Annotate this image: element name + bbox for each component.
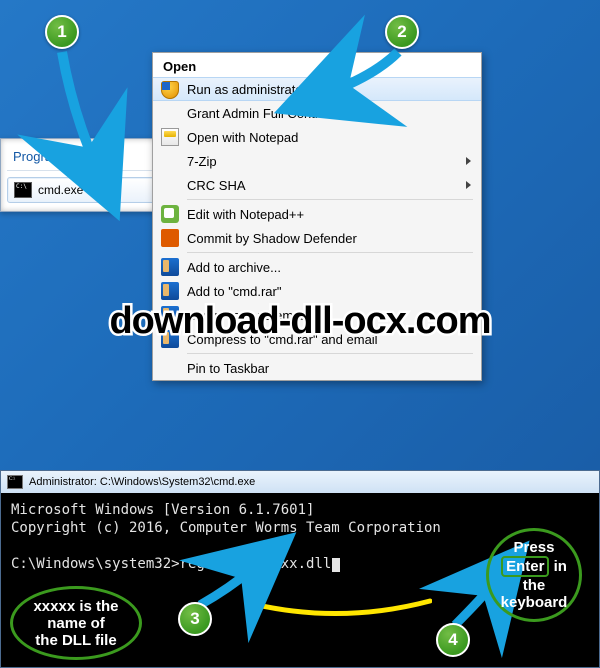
program-result-label: cmd.exe: [38, 183, 83, 197]
rarbook-icon: [161, 282, 179, 300]
step-badge-2: 2: [385, 15, 419, 49]
context-menu-item-label: Run as administrator: [187, 82, 307, 97]
context-menu-item[interactable]: Commit by Shadow Defender: [153, 226, 481, 250]
context-menu-item[interactable]: Open with Notepad: [153, 125, 481, 149]
context-menu-item[interactable]: Run as administrator: [153, 77, 481, 101]
context-menu-header[interactable]: Open: [153, 53, 481, 78]
context-menu-separator: [187, 199, 473, 200]
cmd-icon: [14, 182, 32, 198]
cmd-line1: Microsoft Windows [Version 6.1.7601]: [11, 502, 314, 518]
context-menu-item-label: Edit with Notepad++: [187, 207, 304, 222]
step-badge-1: 1: [45, 15, 79, 49]
sd-icon: [161, 229, 179, 247]
cmd-line2: Copyright (c) 2016, Computer Worms Team …: [11, 520, 441, 536]
annotation-dll-line1: xxxxx is the: [33, 598, 118, 615]
context-menu-item[interactable]: Grant Admin Full Control: [153, 101, 481, 125]
annotation-dll-name: xxxxx is the name of the DLL file: [10, 586, 142, 660]
annotation-enter-line4: keyboard: [501, 594, 568, 611]
annotation-press-enter: Press Enter in the keyboard: [486, 528, 582, 622]
annotation-dll-line2: name of: [33, 615, 118, 632]
context-menu-item-label: Open with Notepad: [187, 130, 298, 145]
annotation-enter-line3: the: [501, 577, 568, 594]
desktop-background: Programs (1) cmd.exe Open Run as adminis…: [0, 0, 600, 470]
cmd-cursor: [332, 558, 340, 572]
yellow-underline: [196, 579, 381, 601]
context-menu-item[interactable]: Add to archive...: [153, 255, 481, 279]
context-menu-item[interactable]: 7-Zip: [153, 149, 481, 173]
context-menu-item-label: Add to "cmd.rar": [187, 284, 282, 299]
context-menu-item-label: CRC SHA: [187, 178, 246, 193]
cmd-window-title: Administrator: C:\Windows\System32\cmd.e…: [29, 476, 255, 488]
context-menu-item-label: Add to archive...: [187, 260, 281, 275]
context-menu-item-label: 7-Zip: [187, 154, 217, 169]
step-badge-4: 4: [436, 623, 470, 657]
context-menu-item[interactable]: CRC SHA: [153, 173, 481, 197]
context-menu-item-label: Pin to Taskbar: [187, 361, 269, 376]
enter-key-highlight: Enter: [501, 556, 549, 577]
annotation-enter-line2: in: [554, 558, 567, 575]
context-menu-item-label: Commit by Shadow Defender: [187, 231, 357, 246]
npp-icon: [161, 205, 179, 223]
annotation-dll-line3: the DLL file: [33, 632, 118, 649]
notepad-icon: [161, 128, 179, 146]
cmd-command: regsvr32 xxxxx.dll: [180, 556, 332, 572]
cmd-titlebar: Administrator: C:\Windows\System32\cmd.e…: [1, 471, 599, 493]
context-menu-item-label: Grant Admin Full Control: [187, 106, 329, 121]
context-menu-separator: [187, 353, 473, 354]
cmd-window-icon: [7, 475, 23, 489]
watermark-text: download-dll-ocx.com: [0, 300, 600, 343]
shield-icon: [161, 81, 179, 99]
rarbook-icon: [161, 258, 179, 276]
annotation-enter-line1: Press: [501, 539, 568, 556]
cmd-prompt: C:\Windows\system32>: [11, 556, 180, 572]
step-badge-3: 3: [178, 602, 212, 636]
context-menu-item[interactable]: Pin to Taskbar: [153, 356, 481, 380]
context-menu-separator: [187, 252, 473, 253]
context-menu-item[interactable]: Edit with Notepad++: [153, 202, 481, 226]
